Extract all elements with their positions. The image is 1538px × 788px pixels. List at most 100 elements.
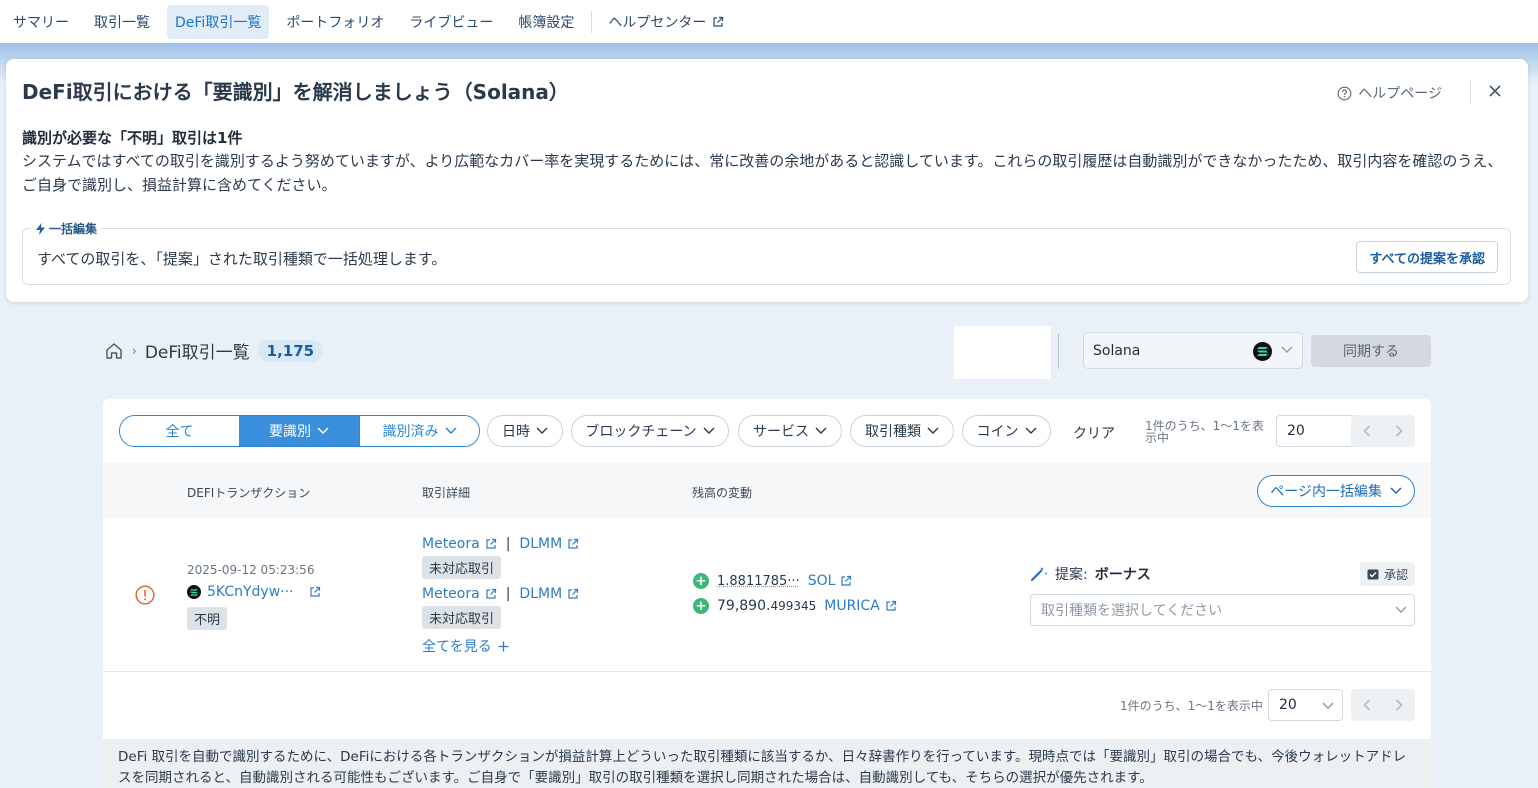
bulk-edit-box: 一括編集 すべての取引を、「提案」された取引種類で一括処理します。 すべての提案… [22, 228, 1511, 285]
page-bulk-edit-label: ページ内一括編集 [1270, 481, 1382, 501]
next-page-button[interactable] [1383, 689, 1415, 721]
suggestion-label: 提案: [1055, 564, 1088, 584]
segment-identified-label: 識別済み [383, 421, 439, 441]
table-row: 2025-09-12 05:23:56 5KCnYdyw··· 不明 Meteo… [103, 518, 1431, 672]
chevron-down-icon [445, 427, 457, 435]
filter-transaction-type[interactable]: 取引種類 [850, 415, 954, 447]
approve-suggestion-button[interactable]: 承認 [1360, 562, 1415, 586]
pool-link[interactable]: DLMM [519, 586, 562, 602]
detail-separator: | [506, 536, 511, 552]
chevron-down-icon [1025, 427, 1037, 435]
header-defi-transaction: DEFIトランザクション [187, 484, 310, 501]
transaction-type-select[interactable]: 取引種類を選択してください [1030, 594, 1415, 626]
plus-icon [498, 641, 509, 652]
nav-divider [591, 11, 592, 33]
pagination-nav-top [1351, 415, 1415, 447]
bulk-edit-tag: 一括編集 [31, 220, 101, 237]
balance-change-2: + 79,890.499345 MURICA [693, 598, 897, 614]
segment-identified[interactable]: 識別済み [359, 416, 479, 446]
status-segmented-control: 全て 要識別 識別済み [119, 415, 480, 447]
help-page-link[interactable]: ヘルプページ [1337, 83, 1442, 103]
segment-needs-identification[interactable]: 要識別 [239, 416, 359, 446]
nav-defi-transactions[interactable]: DeFi取引一覧 [167, 5, 269, 39]
chevron-down-icon [536, 427, 548, 435]
external-link-icon [885, 600, 897, 612]
nav-portfolio[interactable]: ポートフォリオ [278, 5, 392, 39]
increase-icon: + [693, 573, 709, 589]
balance-amount: 1.8811785··· [717, 573, 800, 589]
magic-wand-icon [1030, 566, 1048, 582]
external-link-icon[interactable] [567, 538, 579, 550]
external-link-icon[interactable] [485, 588, 497, 600]
external-link-icon [309, 586, 321, 598]
notice-title: DeFi取引における「要識別」を解消しましょう（Solana） [22, 76, 569, 105]
clear-filters-link[interactable]: クリア [1073, 423, 1115, 443]
bulk-edit-tag-label: 一括編集 [49, 220, 97, 237]
help-center-label: ヘルプセンター [608, 12, 706, 32]
home-icon[interactable] [104, 341, 124, 361]
suggestion-value: ボーナス [1095, 564, 1151, 584]
chevron-down-icon [317, 427, 329, 435]
pagination-info-top-line2: 示中 [1145, 432, 1264, 444]
service-link[interactable]: Meteora [422, 536, 480, 552]
pagination-info-bottom: 1件のうち、1〜1を表示中 [1120, 700, 1263, 712]
pagination-info-top: 1件のうち、1〜1を表 示中 [1145, 420, 1264, 444]
nav-summary[interactable]: サマリー [5, 5, 77, 39]
header-balance-change: 残高の変動 [692, 484, 752, 501]
coin-symbol: SOL [808, 573, 836, 589]
pool-link[interactable]: DLMM [519, 536, 562, 552]
page-bulk-edit-button[interactable]: ページ内一括編集 [1257, 475, 1415, 507]
transaction-hash-link[interactable]: 5KCnYdyw··· [187, 584, 321, 600]
nav-ledger-settings[interactable]: 帳簿設定 [510, 5, 582, 39]
chevron-down-icon [927, 427, 939, 435]
sync-button[interactable]: 同期する [1311, 335, 1431, 367]
top-nav: サマリー 取引一覧 DeFi取引一覧 ポートフォリオ ライブビュー 帳簿設定 ヘ… [0, 0, 1538, 43]
blockchain-select[interactable]: Solana [1083, 332, 1303, 369]
breadcrumb: › DeFi取引一覧 1,175 [104, 338, 323, 363]
segment-all[interactable]: 全て [120, 416, 239, 446]
see-all-link[interactable]: 全てを見る [422, 636, 509, 656]
filter-date[interactable]: 日時 [487, 415, 563, 447]
external-link-icon[interactable] [485, 538, 497, 550]
chevron-down-icon [1395, 606, 1407, 614]
prev-page-button[interactable] [1351, 415, 1383, 447]
unsupported-transaction-badge: 未対応取引 [422, 556, 501, 579]
notice-body: システムではすべての取引を識別するよう努めていますが、より広範なカバー率を実現す… [22, 149, 1517, 197]
coin-link[interactable]: SOL [808, 573, 853, 589]
transaction-hash: 5KCnYdyw··· [207, 584, 294, 600]
next-page-button[interactable] [1383, 415, 1415, 447]
close-icon[interactable] [1487, 83, 1503, 99]
transaction-count-badge: 1,175 [258, 340, 323, 362]
filter-service[interactable]: サービス [738, 415, 842, 447]
blockchain-select-value: Solana [1093, 343, 1140, 359]
coin-link[interactable]: MURICA [824, 598, 897, 614]
nav-live-view[interactable]: ライブビュー [401, 5, 501, 39]
filter-blockchain[interactable]: ブロックチェーン [571, 415, 729, 447]
coin-symbol: MURICA [824, 598, 880, 614]
blank-panel [954, 326, 1051, 379]
help-page-label: ヘルプページ [1358, 83, 1442, 103]
chevron-down-icon [1322, 702, 1334, 710]
per-page-value: 20 [1287, 423, 1305, 439]
header-transaction-details: 取引詳細 [422, 484, 470, 501]
prev-page-button[interactable] [1351, 689, 1383, 721]
balance-amount-decimals: 499345 [770, 599, 816, 613]
balance-amount: 79,890.499345 [717, 598, 816, 614]
detail-line-1: Meteora | DLMM [422, 536, 579, 552]
filter-blockchain-label: ブロックチェーン [585, 421, 696, 441]
page-title: DeFi取引一覧 [145, 338, 250, 363]
chevron-down-icon [703, 427, 715, 435]
nav-help-center[interactable]: ヘルプセンター [600, 5, 732, 39]
approve-all-suggestions-button[interactable]: すべての提案を承認 [1356, 241, 1498, 273]
external-link-icon [840, 575, 852, 587]
service-link[interactable]: Meteora [422, 586, 480, 602]
per-page-select-bottom[interactable]: 20 [1268, 689, 1343, 721]
question-circle-icon [1337, 86, 1352, 101]
external-link-icon[interactable] [567, 588, 579, 600]
chevron-left-icon [1363, 699, 1371, 711]
nav-transactions[interactable]: 取引一覧 [86, 5, 158, 39]
filter-coin[interactable]: コイン [962, 415, 1051, 447]
bulk-edit-text: すべての取引を、「提案」された取引種類で一括処理します。 [37, 248, 446, 269]
balance-amount-main: 79,890. [717, 598, 770, 614]
chevron-left-icon [1363, 425, 1371, 437]
